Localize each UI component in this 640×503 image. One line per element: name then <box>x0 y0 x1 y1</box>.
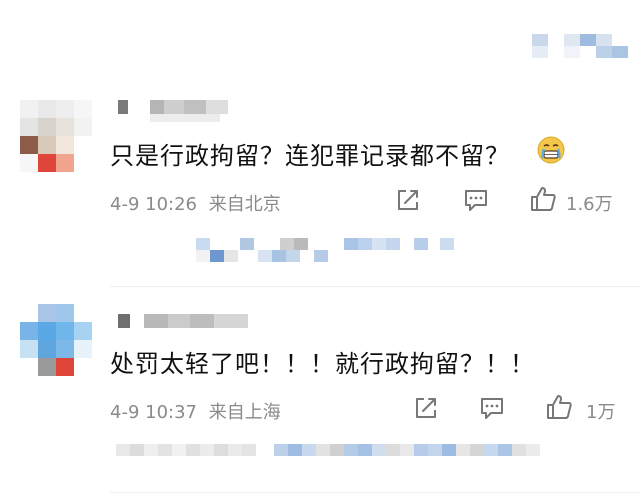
comment-divider <box>110 286 640 287</box>
username[interactable] <box>118 314 248 328</box>
blurred-header-fragment <box>532 34 628 58</box>
comment-text-content: 处罚太轻了吧！！！就行政拘留？！！ <box>110 350 535 378</box>
comment-text: 只是行政拘留？连犯罪记录都不留？ <box>110 136 510 171</box>
location: 来自北京 <box>208 194 281 215</box>
location: 来自上海 <box>208 402 281 423</box>
comment-text: 处罚太轻了吧！！！就行政拘留？！！ <box>110 344 535 379</box>
avatar[interactable] <box>20 304 92 376</box>
timestamp: 4-9 10:37 <box>110 402 197 423</box>
timestamp: 4-9 10:26 <box>110 194 197 215</box>
blurred-reply-preview <box>116 444 556 468</box>
username-underline <box>150 114 220 122</box>
comment-meta: 4-9 10:26 来自北京 <box>110 190 281 216</box>
avatar[interactable] <box>20 100 92 172</box>
grimacing-tears-emoji-icon <box>536 135 566 165</box>
like-count: 1.6万 <box>566 194 613 215</box>
reply-icon[interactable] <box>462 186 490 214</box>
like-icon[interactable] <box>544 392 574 422</box>
comment-meta: 4-9 10:37 来自上海 <box>110 398 281 424</box>
like-count: 1万 <box>586 402 616 423</box>
blurred-reply-preview <box>196 238 496 262</box>
comment-text-content: 只是行政拘留？连犯罪记录都不留？ <box>110 142 510 170</box>
share-icon[interactable] <box>412 394 440 422</box>
username[interactable] <box>118 100 228 114</box>
reply-icon[interactable] <box>478 394 506 422</box>
like-icon[interactable] <box>528 184 558 214</box>
share-icon[interactable] <box>394 186 422 214</box>
comment-divider <box>110 492 640 493</box>
